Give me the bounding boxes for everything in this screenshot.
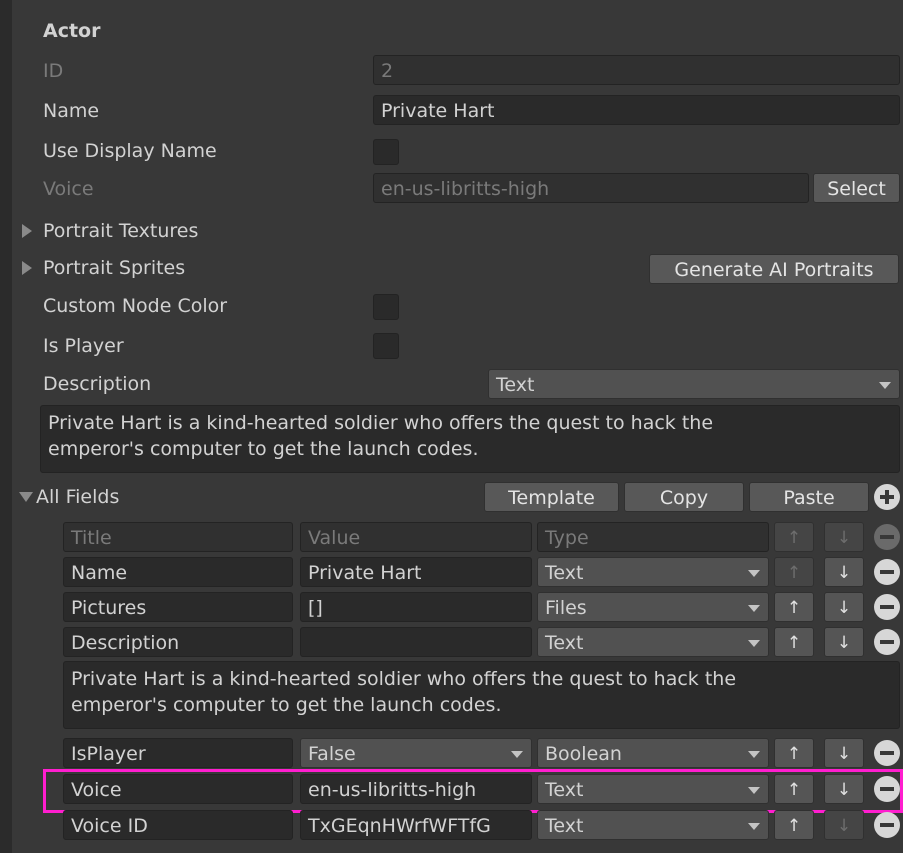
use-display-name-label: Use Display Name: [43, 140, 217, 162]
field-type-value: Text: [545, 779, 584, 801]
portrait-textures-foldout-icon[interactable]: [22, 224, 32, 238]
field-type-dropdown[interactable]: Text: [537, 627, 769, 657]
name-label: Name: [43, 100, 100, 122]
field-value-selected: False: [308, 743, 356, 765]
column-header-value: Value: [300, 522, 532, 552]
field-title-input[interactable]: Voice ID: [63, 810, 293, 840]
custom-node-color-label: Custom Node Color: [43, 295, 228, 317]
chevron-down-icon: [748, 751, 760, 758]
all-fields-label[interactable]: All Fields: [36, 481, 119, 513]
field-type-dropdown[interactable]: Text: [537, 557, 769, 587]
field-value-input[interactable]: [300, 627, 532, 657]
chevron-down-icon: [748, 570, 760, 577]
chevron-down-icon: [511, 751, 523, 758]
field-value-input[interactable]: en-us-libritts-high: [300, 774, 532, 804]
portrait-textures-label[interactable]: Portrait Textures: [43, 215, 198, 247]
is-player-checkbox[interactable]: [373, 333, 399, 359]
all-fields-foldout-icon[interactable]: [19, 492, 33, 502]
custom-node-color-checkbox[interactable]: [373, 294, 399, 320]
chevron-down-icon: [748, 823, 760, 830]
name-input[interactable]: Private Hart: [373, 95, 900, 125]
remove-field-icon[interactable]: [874, 740, 900, 766]
column-header-type: Type: [537, 522, 769, 552]
remove-field-icon[interactable]: [874, 594, 900, 620]
portrait-sprites-label[interactable]: Portrait Sprites: [43, 252, 185, 284]
field-title-input[interactable]: Voice: [63, 774, 293, 804]
field-title-input[interactable]: IsPlayer: [63, 738, 293, 768]
description-label: Description: [43, 373, 152, 395]
id-label: ID: [43, 60, 64, 82]
field-type-value: Boolean: [545, 743, 622, 765]
move-up-icon[interactable]: ↑: [774, 810, 814, 840]
use-display-name-checkbox[interactable]: [373, 139, 399, 165]
chevron-down-icon: [748, 605, 760, 612]
field-value-input[interactable]: Private Hart: [300, 557, 532, 587]
field-value-input[interactable]: TxGEqnHWrfWFTfG: [300, 810, 532, 840]
field-type-value: Text: [545, 562, 584, 584]
move-up-icon[interactable]: ↑: [774, 774, 814, 804]
field-value-dropdown[interactable]: False: [300, 738, 532, 768]
field-type-dropdown[interactable]: Text: [537, 774, 769, 804]
field-description-textarea[interactable]: Private Hart is a kind-hearted soldier w…: [63, 661, 900, 729]
portrait-sprites-foldout-icon[interactable]: [22, 261, 32, 275]
inspector-gutter: [0, 0, 12, 853]
chevron-down-icon: [879, 382, 891, 389]
field-type-dropdown[interactable]: Text: [537, 810, 769, 840]
move-up-icon[interactable]: ↑: [774, 738, 814, 768]
column-header-title: Title: [63, 522, 293, 552]
field-type-value: Text: [545, 815, 584, 837]
field-value-input[interactable]: []: [300, 592, 532, 622]
copy-button[interactable]: Copy: [624, 482, 744, 512]
add-field-icon[interactable]: [874, 484, 900, 510]
description-type-value: Text: [496, 374, 535, 396]
remove-field-icon[interactable]: [874, 812, 900, 838]
chevron-down-icon: [748, 640, 760, 647]
field-type-value: Text: [545, 632, 584, 654]
move-down-icon: ↓: [824, 522, 864, 552]
generate-ai-portraits-button[interactable]: Generate AI Portraits: [649, 254, 899, 284]
move-down-icon[interactable]: ↓: [824, 738, 864, 768]
description-textarea[interactable]: Private Hart is a kind-hearted soldier w…: [40, 405, 900, 473]
field-type-value: Files: [545, 597, 587, 619]
id-field: 2: [373, 55, 900, 85]
template-button[interactable]: Template: [484, 482, 619, 512]
remove-field-icon[interactable]: [874, 629, 900, 655]
is-player-label: Is Player: [43, 335, 124, 357]
field-type-dropdown[interactable]: Boolean: [537, 738, 769, 768]
voice-label: Voice: [43, 178, 94, 200]
move-down-icon: ↓: [824, 810, 864, 840]
move-down-icon[interactable]: ↓: [824, 592, 864, 622]
field-title-input[interactable]: Description: [63, 627, 293, 657]
move-down-icon[interactable]: ↓: [824, 627, 864, 657]
move-down-icon[interactable]: ↓: [824, 557, 864, 587]
voice-select-button[interactable]: Select: [813, 173, 900, 203]
move-down-icon[interactable]: ↓: [824, 774, 864, 804]
remove-field-icon: [874, 524, 900, 550]
field-title-input[interactable]: Pictures: [63, 592, 293, 622]
field-title-input[interactable]: Name: [63, 557, 293, 587]
actor-header: Actor: [43, 20, 101, 42]
remove-field-icon[interactable]: [874, 559, 900, 585]
voice-field: en-us-libritts-high: [373, 173, 809, 203]
move-up-icon[interactable]: ↑: [774, 627, 814, 657]
move-up-icon[interactable]: ↑: [774, 592, 814, 622]
paste-button[interactable]: Paste: [749, 482, 869, 512]
chevron-down-icon: [748, 787, 760, 794]
field-type-dropdown[interactable]: Files: [537, 592, 769, 622]
remove-field-icon[interactable]: [874, 776, 900, 802]
move-up-icon: ↑: [774, 522, 814, 552]
move-up-icon: ↑: [774, 557, 814, 587]
description-type-dropdown[interactable]: Text: [488, 369, 900, 399]
